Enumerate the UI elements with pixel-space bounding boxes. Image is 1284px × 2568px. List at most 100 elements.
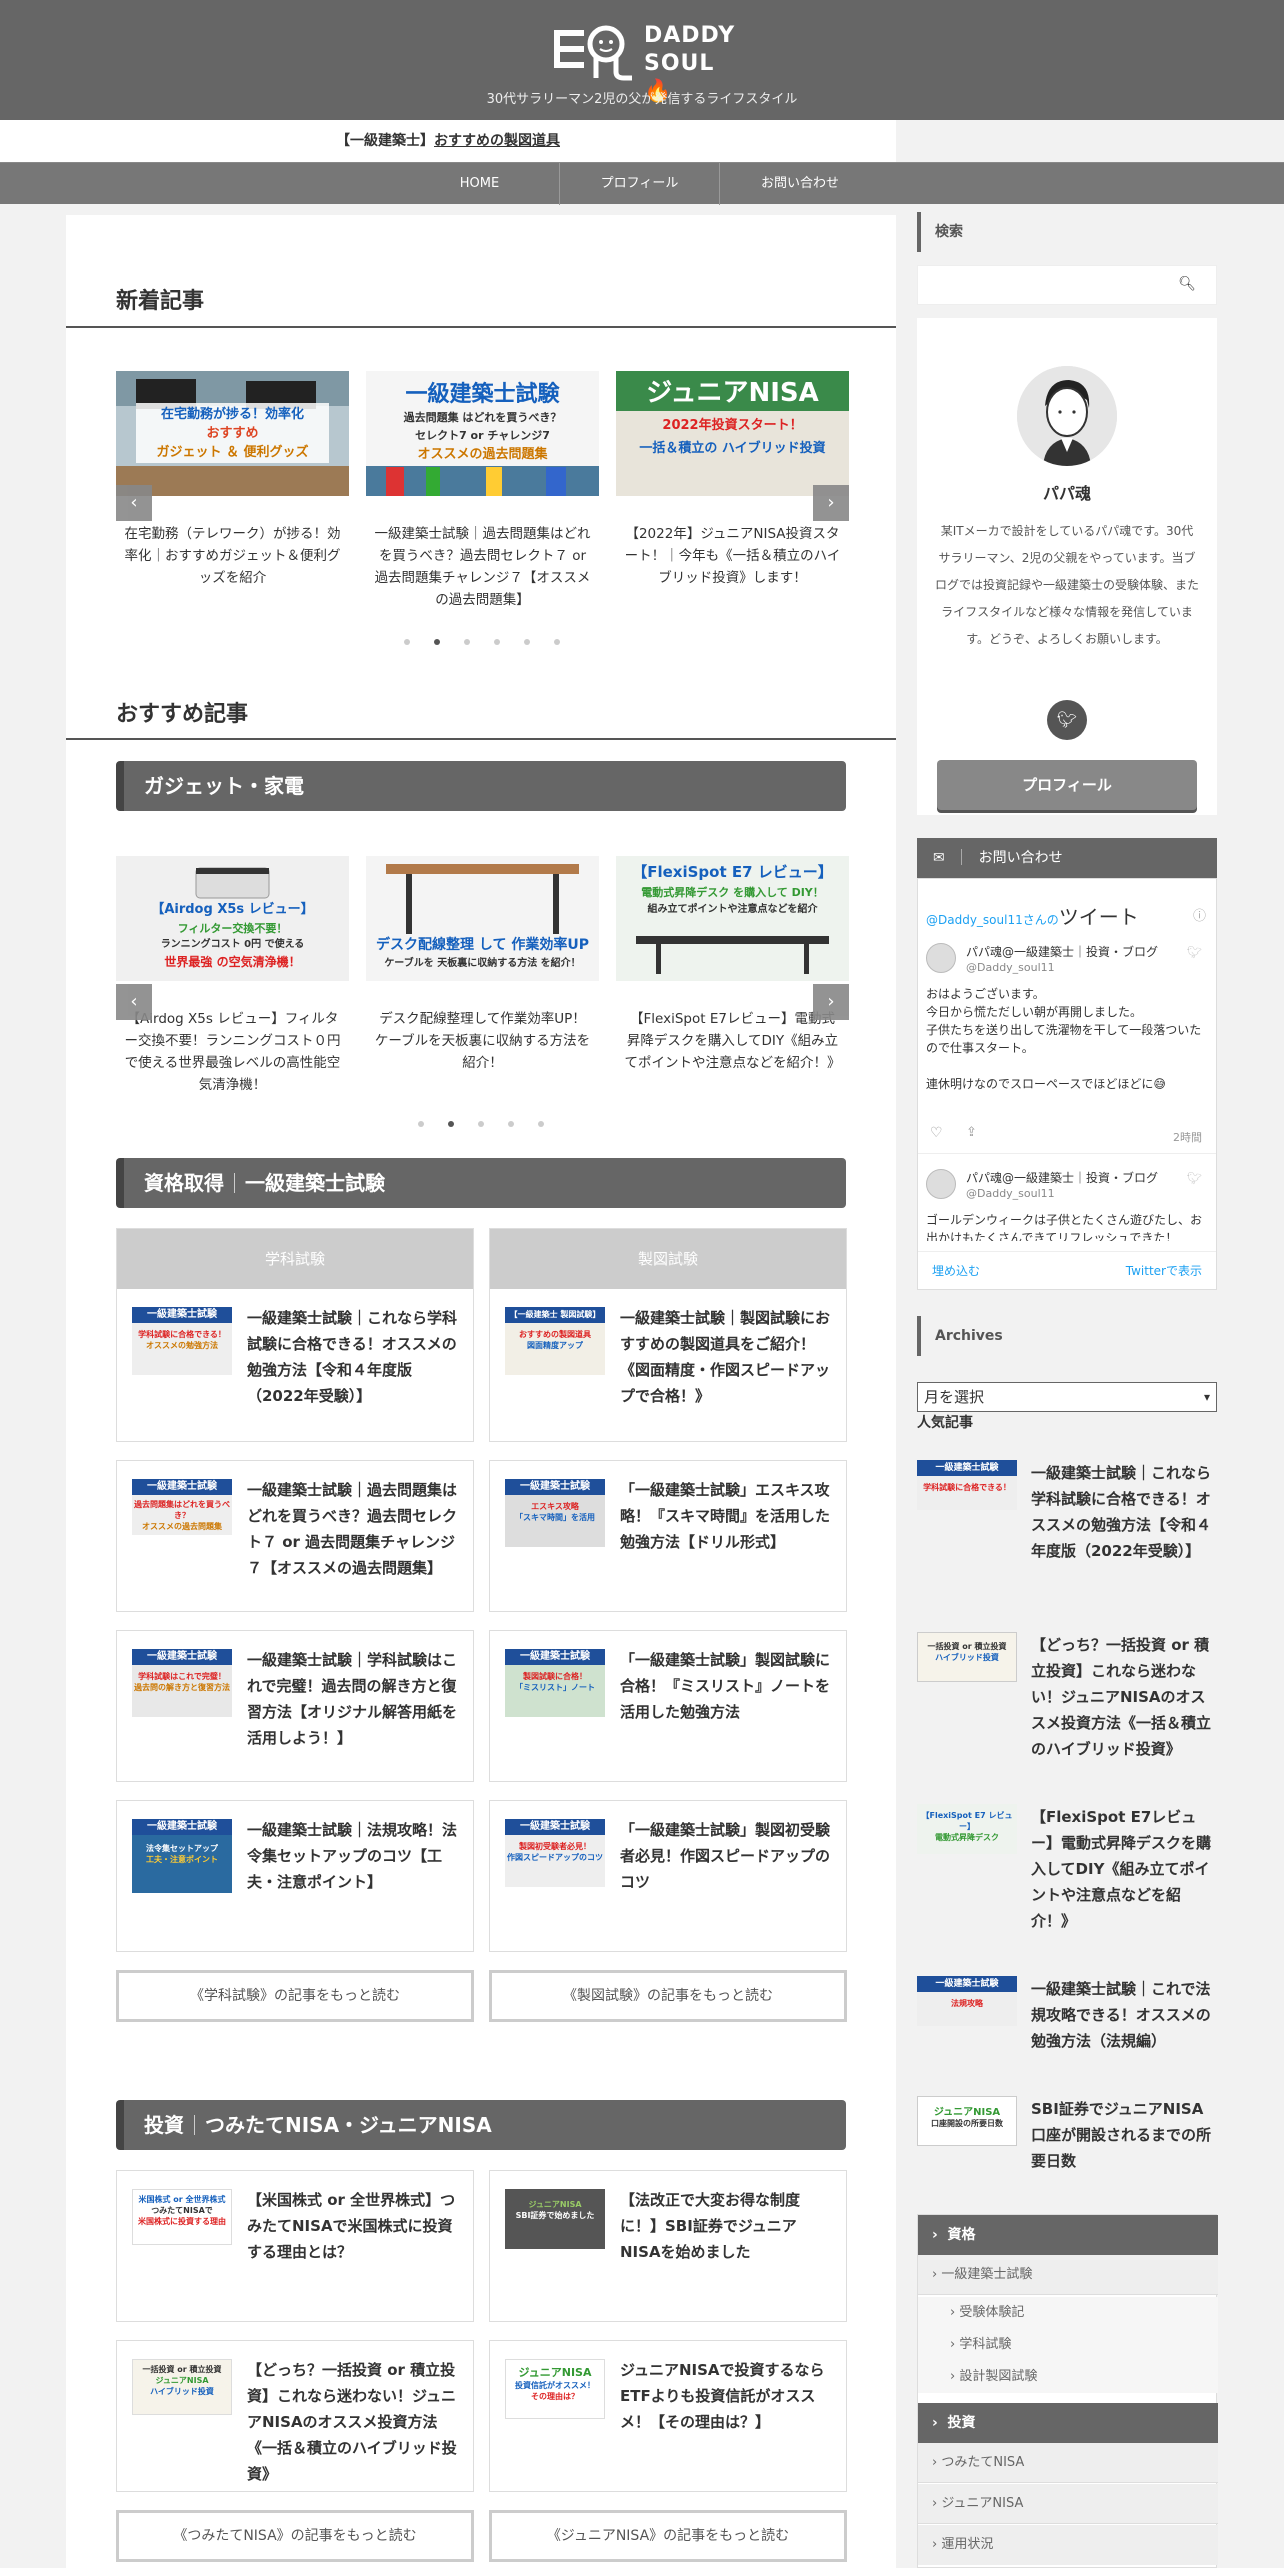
- article-card[interactable]: ジュニアNISA SBI証券で始めました 【法改正で大変お得な制度に！】SBI証…: [489, 2170, 847, 2322]
- slider-dot[interactable]: [508, 1121, 514, 1127]
- article-item[interactable]: 一級建築士試験 製図試験に合格！ 「ミスリスト」ノート 「一級建築士試験」製図試…: [490, 1631, 846, 1781]
- notice-link[interactable]: おすすめの製図道具: [434, 133, 560, 149]
- article-item[interactable]: 一級建築士試験 法令集セットアップ 工夫・注意ポイント 一級建築士試験｜法規攻略…: [117, 1801, 473, 1951]
- tweet-author[interactable]: パパ魂@一級建築士｜投資・ブログ: [966, 1169, 1158, 1186]
- article-card[interactable]: 一級建築士試験 エスキス攻略 「スキマ時間」を活用 「一級建築士試験」エスキス攻…: [489, 1460, 847, 1612]
- slider-dot[interactable]: [478, 1121, 484, 1127]
- slider-dot[interactable]: [538, 1121, 544, 1127]
- article-title[interactable]: 【法改正で大変お得な制度に！】SBI証券でジュニアNISAを始めました: [620, 2187, 835, 2265]
- article-card[interactable]: 製図試験 【一級建築士 製図試験】 おすすめの製図道具 図面精度アップ 一級建築…: [489, 1228, 847, 1442]
- slider-dot[interactable]: [464, 639, 470, 645]
- article-item[interactable]: 一括投資 or 積立投資 ジュニアNISA ハイブリッド投資 【どっち？一括投資…: [117, 2341, 473, 2491]
- article-title[interactable]: 「一級建築士試験」製図初受験者必見！作図スピードアップのコツ: [620, 1817, 835, 1895]
- embed-link[interactable]: 埋め込む: [932, 1252, 980, 1290]
- article-title[interactable]: 【米国株式 or 全世界株式】つみたてNISAで米国株式に投資する理由とは？: [247, 2187, 462, 2265]
- category-shikaku[interactable]: › 資格: [918, 2215, 1218, 2255]
- more-tsumitate-button[interactable]: 《つみたてNISA》の記事をもっと読む: [116, 2510, 474, 2562]
- article-item[interactable]: ジュニアNISA SBI証券で始めました 【法改正で大変お得な制度に！】SBI証…: [490, 2171, 846, 2321]
- category-jukentaiken[interactable]: › 受験体験記: [918, 2297, 1218, 2329]
- popular-item[interactable]: 【FlexiSpot E7 レビュー】 電動式昇降デスク 【FlexiSpot …: [917, 1804, 1217, 1954]
- share-icon[interactable]: ⇪: [966, 1125, 977, 1140]
- contact-widget-title[interactable]: ✉ お問い合わせ: [917, 838, 1217, 878]
- article-card[interactable]: 一級建築士試験 製図試験に合格！ 「ミスリスト」ノート 「一級建築士試験」製図試…: [489, 1630, 847, 1782]
- category-gakka[interactable]: › 学科試験: [918, 2329, 1218, 2361]
- slider-dot-active[interactable]: [448, 1121, 454, 1127]
- article-title[interactable]: 【どっち？一括投資 or 積立投資】これなら迷わない！ジュニアNISAのオススメ…: [1031, 1632, 1217, 1762]
- slider-dot[interactable]: [404, 639, 410, 645]
- view-on-twitter-link[interactable]: Twitterで表示: [1126, 1252, 1202, 1290]
- more-gakka-button[interactable]: 《学科試験》の記事をもっと読む: [116, 1970, 474, 2022]
- slider-next-button[interactable]: ›: [813, 485, 849, 521]
- popular-item[interactable]: 一括投資 or 積立投資 ハイブリッド投資 【どっち？一括投資 or 積立投資】…: [917, 1632, 1217, 1782]
- slider-dot-active[interactable]: [434, 639, 440, 645]
- slide-caption[interactable]: 【FlexiSpot E7レビュー】電動式昇降デスクを購入してDIY《組み立てポ…: [624, 1008, 841, 1074]
- article-card[interactable]: 一級建築士試験 製図初受験者必見！ 作図スピードアップのコツ 「一級建築士試験」…: [489, 1800, 847, 1952]
- heart-icon[interactable]: ♡: [930, 1125, 943, 1141]
- article-title[interactable]: 「一級建築士試験」エスキス攻略！『スキマ時間』を活用した勉強方法【ドリル形式】: [620, 1477, 835, 1555]
- article-card[interactable]: 米国株式 or 全世界株式 つみたてNISAで 米国株式に投資する理由 【米国株…: [116, 2170, 474, 2322]
- article-item[interactable]: ジュニアNISA 投資信託がオススメ！ その理由は？ ジュニアNISAで投資する…: [490, 2341, 846, 2491]
- tweet-handle[interactable]: @Daddy_soul11: [966, 1187, 1055, 1200]
- article-title[interactable]: SBI証券でジュニアNISA口座が開設されるまでの所要日数: [1031, 2096, 1217, 2174]
- timeline-header[interactable]: @Daddy_soul11さんのツイート: [926, 901, 1139, 930]
- article-title[interactable]: 【FlexiSpot E7レビュー】電動式昇降デスクを購入してDIY《組み立てポ…: [1031, 1804, 1217, 1934]
- nav-home[interactable]: HOME: [400, 163, 560, 205]
- article-title[interactable]: 一級建築士試験｜これなら学科試験に合格できる！オススメの勉強方法【令和４年度版（…: [247, 1305, 462, 1409]
- article-card[interactable]: 一括投資 or 積立投資 ジュニアNISA ハイブリッド投資 【どっち？一括投資…: [116, 2340, 474, 2492]
- profile-button[interactable]: プロフィール: [937, 760, 1197, 810]
- slide-caption[interactable]: デスク配線整理して作業効率UP！ケーブルを天板裏に収納する方法を紹介！: [374, 1008, 591, 1074]
- notice-bar[interactable]: 【一級建築士】おすすめの製図道具: [0, 120, 896, 162]
- nav-contact[interactable]: お問い合わせ: [720, 163, 880, 205]
- article-item[interactable]: 一級建築士試験 エスキス攻略 「スキマ時間」を活用 「一級建築士試験」エスキス攻…: [490, 1461, 846, 1611]
- slide-caption[interactable]: 【2022年】ジュニアNISA投資スタート！｜今年も《一括＆積立のハイブリッド投…: [624, 523, 841, 589]
- category-tsumitate[interactable]: › つみたてNISA: [918, 2443, 1218, 2483]
- more-junior-button[interactable]: 《ジュニアNISA》の記事をもっと読む: [489, 2510, 847, 2562]
- site-logo[interactable]: DADDY SOUL 🔥: [552, 20, 734, 104]
- category-unyou[interactable]: › 運用状況: [918, 2525, 1218, 2565]
- article-item[interactable]: 一級建築士試験 学科試験はこれで完璧！ 過去問の解き方と復習方法 一級建築士試験…: [117, 1631, 473, 1781]
- article-item[interactable]: 米国株式 or 全世界株式 つみたてNISAで 米国株式に投資する理由 【米国株…: [117, 2171, 473, 2321]
- slide-caption[interactable]: 一級建築士試験｜過去問題集はどれを買うべき？過去問セレクト７ or 過去問題集チ…: [374, 523, 591, 611]
- tweet[interactable]: パパ魂@一級建築士｜投資・ブログ @Daddy_soul11 🐦︎ ゴールデンウ…: [926, 1169, 1208, 1241]
- article-title[interactable]: 一級建築士試験｜これで法規攻略できる！オススメの勉強方法（法規編）: [1031, 1976, 1217, 2054]
- tweet-author[interactable]: パパ魂@一級建築士｜投資・ブログ: [966, 943, 1158, 960]
- article-title[interactable]: ジュニアNISAで投資するならETFよりも投資信託がオススメ！【その理由は？】: [620, 2357, 835, 2435]
- slide-caption[interactable]: 【Airdog X5s レビュー】フィルター交換不要！ランニングコスト０円で使え…: [124, 1008, 341, 1096]
- category-junior[interactable]: › ジュニアNISA: [918, 2484, 1218, 2524]
- slider-dot[interactable]: [418, 1121, 424, 1127]
- search-input[interactable]: 🔍︎: [917, 265, 1217, 305]
- slider-dot[interactable]: [554, 639, 560, 645]
- article-card[interactable]: 一級建築士試験 過去問題集はどれを買うべき？ オススメの過去問題集 一級建築士試…: [116, 1460, 474, 1612]
- article-card[interactable]: 一級建築士試験 法令集セットアップ 工夫・注意ポイント 一級建築士試験｜法規攻略…: [116, 1800, 474, 1952]
- slider-dot[interactable]: [524, 639, 530, 645]
- article-card[interactable]: 学科試験 一級建築士試験 学科試験に合格できる！ オススメの勉強方法 一級建築士…: [116, 1228, 474, 1442]
- article-title[interactable]: 【どっち？一括投資 or 積立投資】これなら迷わない！ジュニアNISAのオススメ…: [247, 2357, 462, 2487]
- article-title[interactable]: 一級建築士試験｜法規攻略！法令集セットアップのコツ【工夫・注意ポイント】: [247, 1817, 462, 1895]
- twitter-icon[interactable]: 🐦︎: [1047, 700, 1087, 740]
- more-seizu-button[interactable]: 《製図試験》の記事をもっと読む: [489, 1970, 847, 2022]
- nav-profile[interactable]: プロフィール: [560, 163, 720, 205]
- article-item[interactable]: 一級建築士試験 製図初受験者必見！ 作図スピードアップのコツ 「一級建築士試験」…: [490, 1801, 846, 1951]
- category-toushi[interactable]: › 投資: [918, 2403, 1218, 2443]
- info-icon[interactable]: ⓘ: [1193, 905, 1206, 924]
- article-title[interactable]: 「一級建築士試験」製図試験に合格！『ミスリスト』ノートを活用した勉強方法: [620, 1647, 835, 1725]
- slider-prev-button[interactable]: ‹: [116, 485, 152, 521]
- tweet-time[interactable]: 2時間: [1173, 1129, 1202, 1145]
- slider-next-button[interactable]: ›: [813, 984, 849, 1020]
- article-card[interactable]: 一級建築士試験 学科試験はこれで完璧！ 過去問の解き方と復習方法 一級建築士試験…: [116, 1630, 474, 1782]
- article-card[interactable]: ジュニアNISA 投資信託がオススメ！ その理由は？ ジュニアNISAで投資する…: [489, 2340, 847, 2492]
- popular-item[interactable]: 一級建築士試験 学科試験に合格できる！ 一級建築士試験｜これなら学科試験に合格で…: [917, 1460, 1217, 1610]
- article-item[interactable]: 【一級建築士 製図試験】 おすすめの製図道具 図面精度アップ 一級建築士試験｜製…: [490, 1289, 846, 1439]
- tweet-handle[interactable]: @Daddy_soul11: [966, 961, 1055, 974]
- slider-dot[interactable]: [494, 639, 500, 645]
- article-title[interactable]: 一級建築士試験｜過去問題集はどれを買うべき？過去問セレクト７ or 過去問題集チ…: [247, 1477, 462, 1581]
- category-kenchikushi[interactable]: › 一級建築士試験: [918, 2255, 1218, 2295]
- article-item[interactable]: 一級建築士試験 学科試験に合格できる！ オススメの勉強方法 一級建築士試験｜これ…: [117, 1289, 473, 1439]
- article-title[interactable]: 一級建築士試験｜これなら学科試験に合格できる！オススメの勉強方法【令和４年度版（…: [1031, 1460, 1217, 1564]
- article-item[interactable]: 一級建築士試験 過去問題集はどれを買うべき？ オススメの過去問題集 一級建築士試…: [117, 1461, 473, 1611]
- slide-caption[interactable]: 在宅勤務（テレワーク）が捗る！効率化｜おすすめガジェット＆便利グッズを紹介: [124, 523, 341, 589]
- archives-select[interactable]: 月を選択 ▾: [917, 1382, 1217, 1412]
- article-title[interactable]: 一級建築士試験｜学科試験はこれで完璧！過去問の解き方と復習方法【オリジナル解答用…: [247, 1647, 462, 1751]
- slider-prev-button[interactable]: ‹: [116, 984, 152, 1020]
- search-icon[interactable]: 🔍︎: [1178, 276, 1196, 292]
